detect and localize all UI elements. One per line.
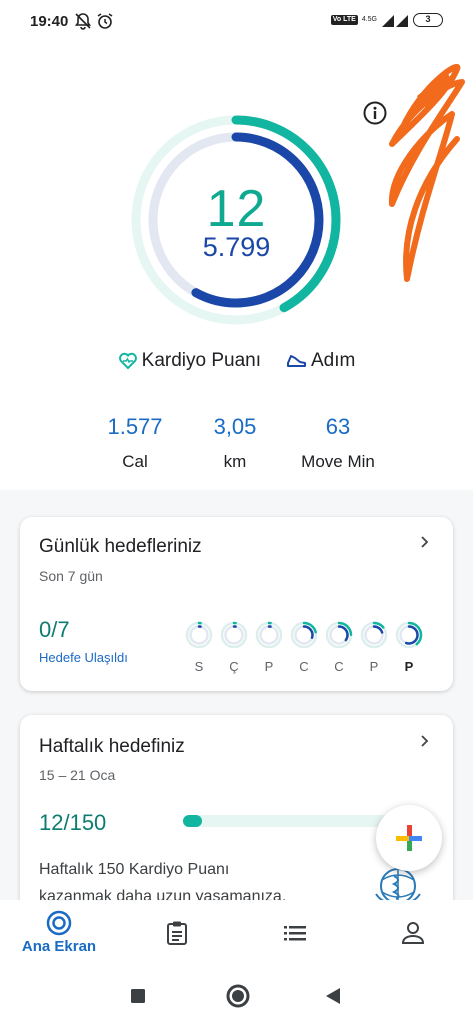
day-ring	[395, 621, 423, 649]
chevron-right-icon[interactable]	[419, 735, 431, 747]
nav-profile[interactable]	[354, 900, 472, 970]
recents-square-icon[interactable]	[130, 988, 146, 1004]
volte-badge: Vo LTE	[330, 15, 358, 25]
weekly-progress-fill	[183, 815, 202, 827]
weekly-goal-title: Haftalık hedefiniz	[39, 736, 185, 757]
chevron-right-icon[interactable]	[419, 536, 431, 548]
weekly-goal-subtitle: 15 – 21 Oca	[39, 767, 116, 783]
steps-legend: Adım	[285, 350, 355, 372]
daily-goals-card[interactable]: Günlük hedefleriniz Son 7 gün 0/7 Hedefe…	[20, 517, 453, 691]
nav-home-label: Ana Ekran	[21, 938, 97, 955]
add-activity-button[interactable]	[376, 805, 442, 871]
weekly-desc-line1: Haftalık 150 Kardiyo Puanı	[39, 861, 230, 878]
stat-value: 1.577	[107, 414, 163, 439]
stat-value: 3,05	[213, 414, 257, 439]
stat-move-min: 63 Move Min	[283, 414, 393, 472]
weekly-progress-bar	[183, 815, 393, 827]
day-ring	[185, 621, 213, 649]
status-right-group: Vo LTE 4.5G 3	[330, 12, 443, 28]
bottom-navigation: Ana Ekran	[0, 900, 473, 970]
heart-icon	[118, 352, 137, 370]
system-navigation-bar	[0, 970, 473, 1024]
daily-goals-title: Günlük hedefleriniz	[39, 536, 202, 557]
day-ring	[325, 621, 353, 649]
home-rings-icon	[46, 910, 72, 936]
day-goal: S	[184, 620, 214, 674]
day-ring	[220, 621, 248, 649]
home-circle-icon[interactable]	[225, 983, 251, 1009]
weekly-goal-value: 12/150	[39, 810, 107, 835]
goal-achieved-link[interactable]: Hedefe Ulaşıldı	[39, 650, 128, 665]
day-label: S	[194, 659, 204, 674]
day-ring	[360, 621, 388, 649]
heart-points-value: 12	[206, 180, 267, 238]
day-goal: C	[289, 620, 319, 674]
day-goal: Ç	[219, 620, 249, 674]
stat-label: Cal	[122, 452, 148, 471]
signal-icon	[382, 15, 408, 27]
battery-indicator: 3	[413, 13, 443, 27]
stat-distance: 3,05 km	[190, 414, 280, 472]
day-goal: P	[394, 620, 424, 674]
nav-home[interactable]: Ana Ekran	[0, 900, 118, 970]
clipboard-icon	[167, 921, 187, 945]
nav-journal[interactable]	[118, 900, 236, 970]
heart-points-legend: Kardiyo Puanı	[118, 350, 261, 372]
day-label: P	[369, 659, 379, 674]
day-label: P	[264, 659, 274, 674]
plus-icon	[396, 825, 422, 851]
back-triangle-icon[interactable]	[324, 987, 342, 1005]
notifications-off-icon	[74, 13, 92, 30]
stat-label: Move Min	[301, 452, 375, 471]
day-goal: C	[324, 620, 354, 674]
day-label: P	[404, 659, 414, 674]
alarm-icon	[97, 13, 113, 29]
nav-browse[interactable]	[236, 900, 354, 970]
day-label: C	[334, 659, 344, 674]
stat-label: km	[223, 452, 247, 471]
status-bar: 19:40 Vo LTE 4.5G 3	[0, 0, 473, 44]
day-ring	[290, 621, 318, 649]
steps-value: 5.799	[202, 232, 271, 262]
day-label: Ç	[229, 659, 239, 674]
daily-goals-value: 0/7	[39, 617, 70, 642]
ring-legend: Kardiyo Puanı Adım	[0, 350, 473, 372]
shoe-icon	[287, 355, 306, 367]
home-summary: 12 5.799 Kardiyo Puanı Adım 1.577 Cal 3,…	[0, 44, 473, 514]
heart-points-label: Kardiyo Puanı	[141, 350, 261, 371]
daily-goals-subtitle: Son 7 gün	[39, 568, 103, 584]
day-goal: P	[359, 620, 389, 674]
day-label: C	[299, 659, 309, 674]
stat-calories: 1.577 Cal	[90, 414, 180, 472]
status-time: 19:40	[30, 13, 69, 30]
stat-value: 63	[325, 414, 351, 439]
list-icon	[284, 926, 306, 941]
network-type: 4.5G	[361, 16, 377, 23]
day-ring	[255, 621, 283, 649]
person-icon	[401, 922, 425, 944]
steps-label: Adım	[311, 350, 356, 371]
day-goal: P	[254, 620, 284, 674]
